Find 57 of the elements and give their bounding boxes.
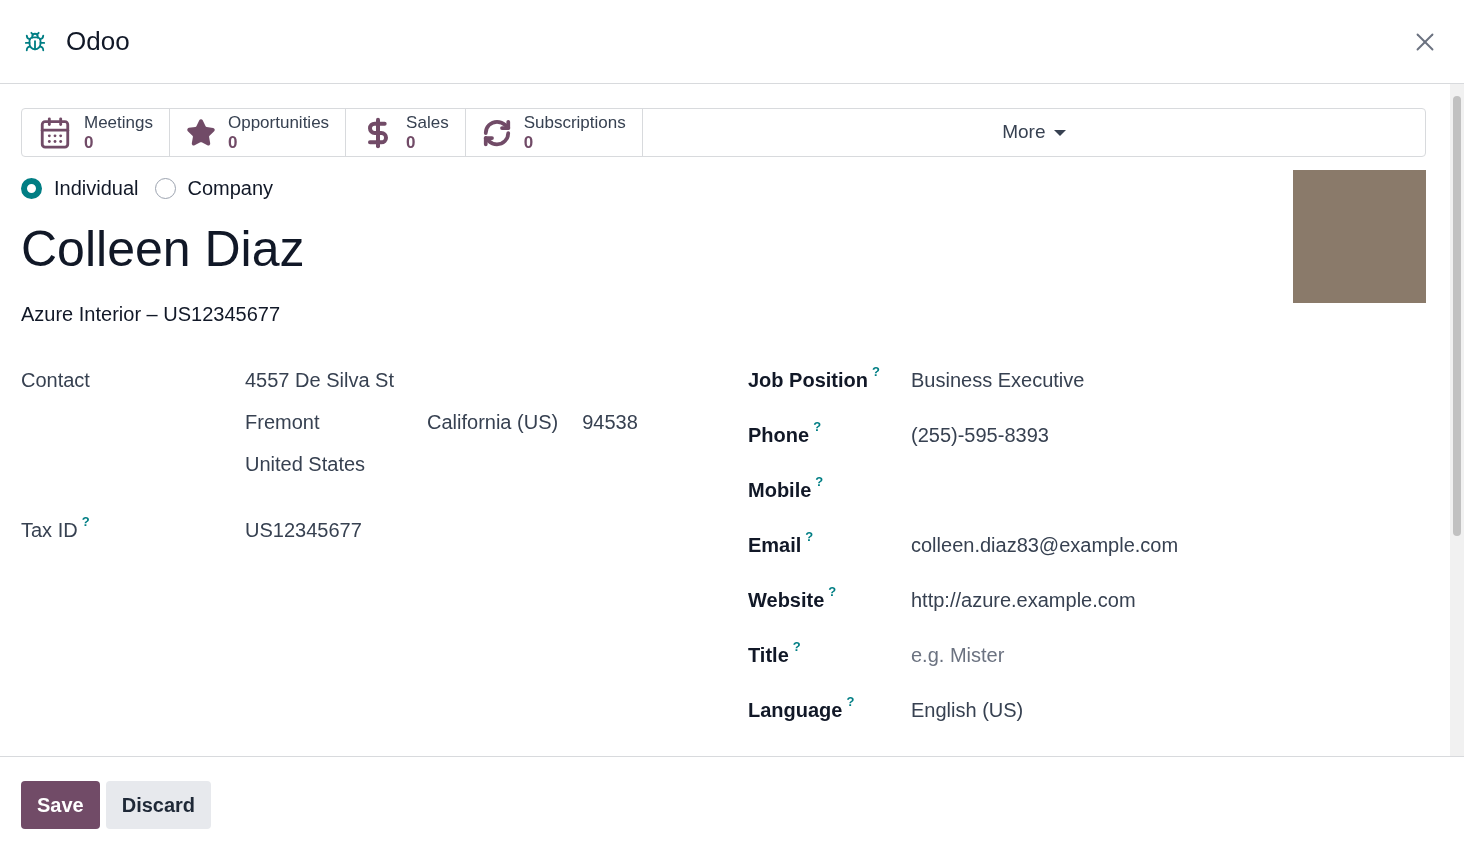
radio-button[interactable] [154, 177, 176, 199]
help-mark[interactable]: ? [81, 515, 90, 529]
stat-count: 0 [406, 132, 417, 153]
stat-label: Subscriptions [523, 112, 626, 133]
stat-button[interactable]: Subscriptions 0 [465, 109, 643, 156]
field-value[interactable]: English (US) [911, 695, 1024, 725]
save-button[interactable]: Save [21, 780, 100, 829]
help-mark[interactable]: ? [828, 585, 837, 599]
stat-label: Meetings [84, 112, 153, 133]
contact-name: Colleen Diaz [21, 220, 305, 279]
field-label: Mobile [748, 478, 812, 503]
help-mark[interactable]: ? [815, 475, 824, 489]
help-mark[interactable]: ? [792, 640, 801, 654]
city-field[interactable]: Fremont [245, 407, 403, 437]
input-field[interactable]: e.g. Mister [911, 640, 1005, 670]
field-label: Tax ID [21, 518, 78, 543]
field-value[interactable]: (255)-595-8393 [911, 420, 1049, 450]
company-link[interactable]: Azure Interior – US12345677 [21, 299, 305, 329]
stat-count: 0 [228, 132, 239, 153]
radio-label: Company [187, 176, 274, 201]
more-button[interactable]: More [642, 109, 1425, 156]
field-value[interactable]: Business Executive [911, 365, 1085, 395]
field-label: Language [748, 698, 843, 723]
calendar-icon [38, 115, 72, 150]
help-mark[interactable]: ? [813, 420, 822, 434]
stat-button[interactable]: Opportunities 0 [170, 109, 347, 156]
help-mark[interactable]: ? [805, 530, 814, 544]
field-label: Website [748, 588, 825, 613]
stat-button[interactable]: Meetings 0 [22, 109, 170, 156]
star-icon [186, 117, 216, 148]
field-label: Contact [21, 368, 90, 393]
stat-label: Opportunities [228, 112, 330, 133]
scrollbar[interactable] [1450, 84, 1464, 756]
stat-button[interactable]: Sales 0 [346, 109, 466, 156]
refresh-icon [481, 117, 512, 148]
field-label: Phone [748, 423, 810, 448]
stat-count: 0 [84, 132, 95, 153]
radio-button[interactable] [21, 177, 42, 199]
radio-label: Individual [54, 176, 139, 201]
caret-icon [1053, 129, 1066, 136]
field-value[interactable]: colleen.diaz83@example.com [911, 530, 1179, 560]
stat-count: 0 [523, 132, 535, 153]
field-label: Title [748, 643, 789, 668]
field-label: Job Position [748, 368, 868, 393]
bug-icon [24, 30, 46, 53]
street-field[interactable]: 4557 De Silva St [245, 365, 638, 395]
zip-field[interactable]: 94538 [582, 407, 638, 437]
window-title: Odoo [66, 25, 130, 58]
discard-button[interactable]: Discard [105, 780, 212, 829]
help-mark[interactable]: ? [872, 365, 880, 379]
help-mark[interactable]: ? [846, 695, 855, 709]
country-field[interactable]: United States [245, 449, 638, 479]
field-label: Email [748, 533, 802, 558]
field-value[interactable]: http://azure.example.com [911, 585, 1136, 615]
stat-label: Sales [406, 112, 449, 133]
state-field[interactable]: California (US) [427, 407, 559, 437]
field-value[interactable]: US12345677 [245, 515, 362, 545]
